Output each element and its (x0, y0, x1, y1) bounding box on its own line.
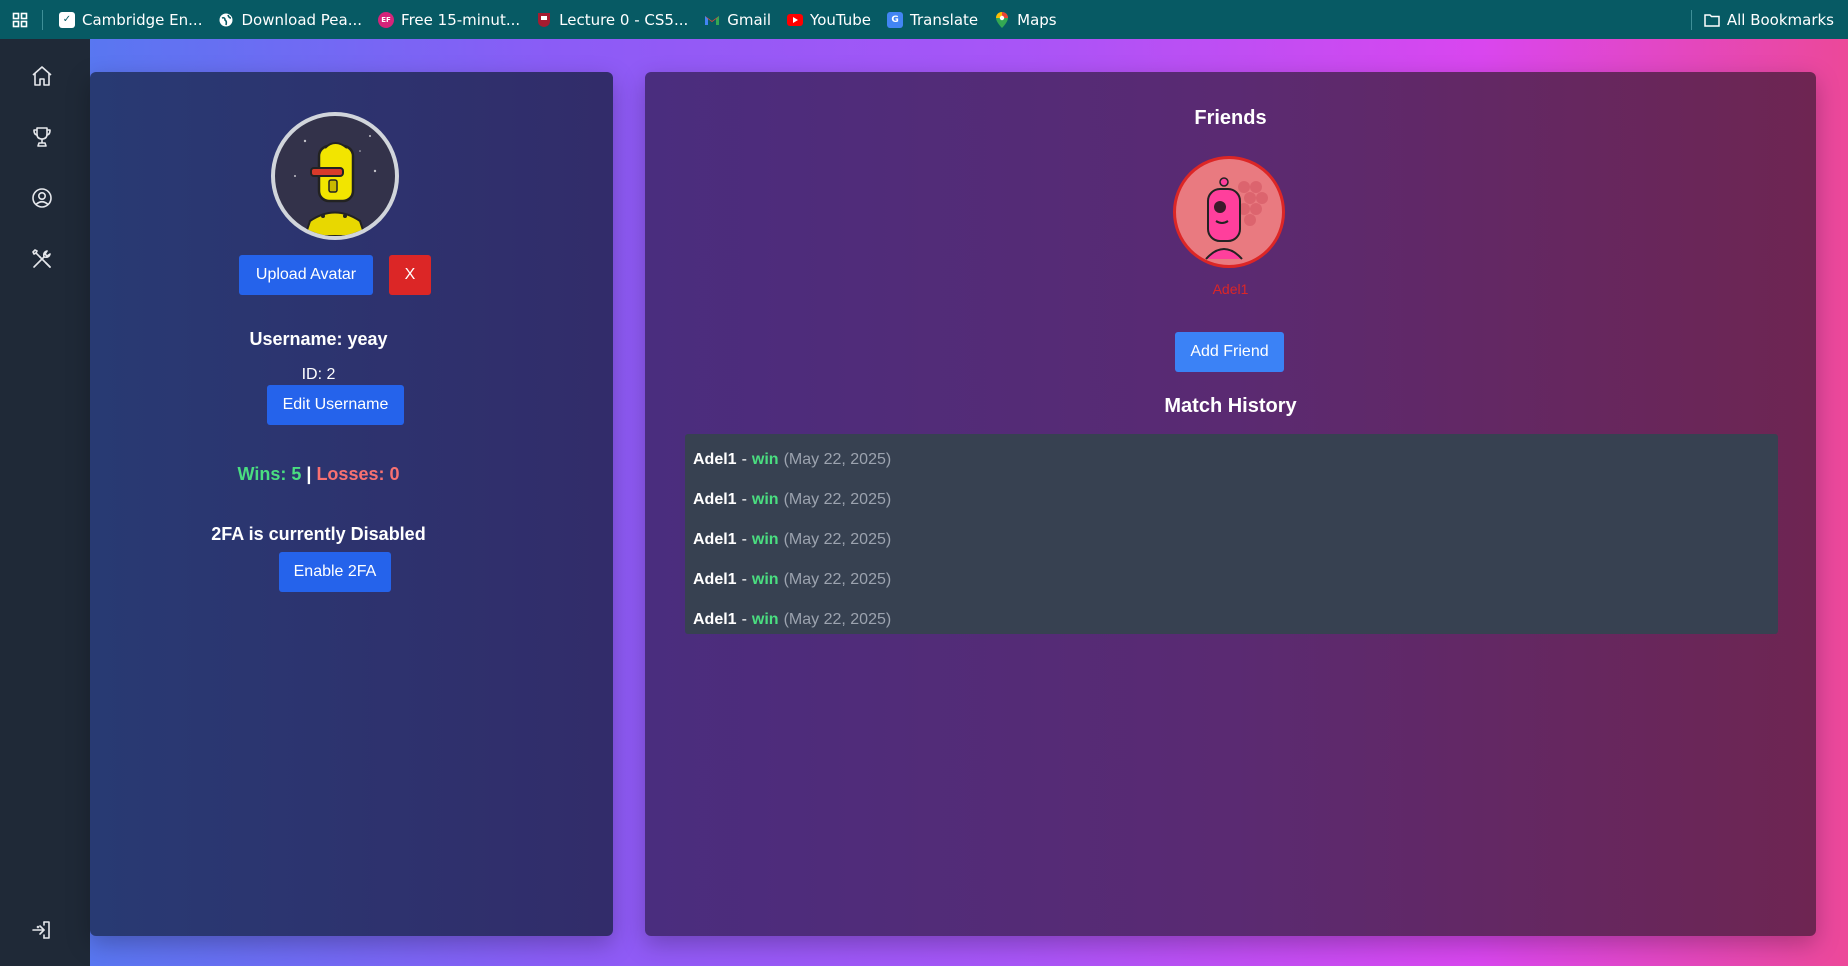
user-circle-icon[interactable] (27, 183, 57, 213)
trophy-icon[interactable] (27, 122, 57, 152)
bookmarks-bar: ✓ Cambridge En... Download Pea... EF Fre… (0, 0, 1848, 39)
match-dash: - (741, 451, 747, 468)
match-result: win (751, 571, 779, 588)
match-row: Adel1 - win (May 22, 2025) (685, 480, 1778, 520)
match-dash: - (741, 571, 747, 588)
match-dash: - (741, 491, 747, 508)
edit-username-button[interactable]: Edit Username (267, 385, 404, 425)
match-date: (May 22, 2025) (783, 451, 892, 468)
bookmark-cambridge[interactable]: ✓ Cambridge En... (51, 6, 210, 34)
tools-icon[interactable] (27, 244, 57, 274)
apps-grid-icon[interactable] (8, 8, 32, 32)
logout-icon[interactable] (27, 915, 57, 945)
match-opponent: Adel1 (693, 491, 737, 508)
username-label: Username: yeay (249, 329, 388, 349)
wins-count: Wins: 5 (237, 464, 302, 484)
home-icon[interactable] (27, 61, 57, 91)
stats-line: Wins: 5 | Losses: 0 (90, 464, 547, 485)
match-opponent: Adel1 (693, 611, 737, 628)
sidebar (0, 39, 90, 966)
bookmark-maps[interactable]: Maps (986, 6, 1064, 34)
remove-avatar-button[interactable]: X (389, 255, 431, 295)
bookmark-lecture[interactable]: Lecture 0 - CS5... (528, 6, 696, 34)
bookmark-label: Download Pea... (241, 10, 363, 29)
maps-icon (994, 11, 1010, 28)
all-bookmarks[interactable]: All Bookmarks (1690, 0, 1834, 39)
bookmarks-divider (1690, 9, 1692, 30)
match-date: (May 22, 2025) (783, 491, 892, 508)
bookmark-label: Free 15-minut... (401, 10, 521, 29)
enable-2fa-button[interactable]: Enable 2FA (279, 552, 391, 592)
app-background: Upload Avatar X Username: yeay ID: 2 Edi… (0, 39, 1848, 966)
bookmark-download[interactable]: Download Pea... (210, 6, 370, 34)
all-bookmarks-label: All Bookmarks (1726, 10, 1834, 29)
bookmark-label: Gmail (727, 10, 772, 29)
match-opponent: Adel1 (693, 451, 737, 468)
match-row: Adel1 - win (May 22, 2025) (685, 520, 1778, 560)
bookmark-gmail[interactable]: Gmail (696, 6, 779, 34)
match-history-list: Adel1 - win (May 22, 2025) Adel1 - win (… (685, 434, 1778, 634)
upload-avatar-button[interactable]: Upload Avatar (239, 255, 373, 295)
bookmark-label: YouTube (810, 10, 872, 29)
match-result: win (751, 491, 779, 508)
friend-name[interactable]: Adel1 (645, 281, 1816, 297)
add-friend-button[interactable]: Add Friend (1175, 332, 1284, 372)
match-result: win (751, 611, 779, 628)
match-opponent: Adel1 (693, 531, 737, 548)
ef-icon: EF (378, 11, 395, 28)
bookmark-translate[interactable]: G Translate (879, 6, 986, 34)
match-result: win (751, 451, 779, 468)
harvard-icon (536, 12, 552, 28)
bookmark-youtube[interactable]: YouTube (779, 6, 879, 34)
match-row: Adel1 - win (May 22, 2025) (685, 560, 1778, 600)
bookmark-label: Maps (1017, 10, 1057, 29)
bookmark-label: Lecture 0 - CS5... (559, 10, 689, 29)
losses-count: Losses: 0 (316, 464, 400, 484)
stats-separator: | (306, 464, 312, 484)
globe-icon (218, 12, 234, 28)
bookmark-label: Translate (910, 10, 979, 29)
bookmarks-divider (42, 9, 43, 30)
profile-panel: Upload Avatar X Username: yeay ID: 2 Edi… (90, 72, 613, 936)
match-row: Adel1 - win (May 22, 2025) (685, 440, 1778, 480)
match-date: (May 22, 2025) (783, 531, 892, 548)
folder-icon (1704, 13, 1720, 27)
match-dash: - (741, 531, 747, 548)
match-result: win (751, 531, 779, 548)
checkbox-icon: ✓ (59, 11, 75, 28)
friends-panel: Friends Adel1 Add Friend Match History A… (645, 72, 1816, 936)
gmail-icon (704, 12, 720, 28)
match-date: (May 22, 2025) (783, 611, 892, 628)
match-date: (May 22, 2025) (783, 571, 892, 588)
youtube-icon (787, 12, 804, 28)
avatar[interactable] (271, 112, 399, 240)
match-opponent: Adel1 (693, 571, 737, 588)
friends-title: Friends (1194, 107, 1267, 129)
friend-avatar[interactable] (1173, 156, 1285, 268)
user-id-label: ID: 2 (301, 366, 336, 383)
bookmark-ef[interactable]: EF Free 15-minut... (370, 6, 528, 34)
twofa-status: 2FA is currently Disabled (211, 524, 426, 544)
translate-icon: G (887, 11, 904, 28)
match-history-title: Match History (1164, 395, 1297, 417)
match-row: Adel1 - win (May 22, 2025) (685, 600, 1778, 640)
bookmark-label: Cambridge En... (82, 10, 203, 29)
match-dash: - (741, 611, 747, 628)
